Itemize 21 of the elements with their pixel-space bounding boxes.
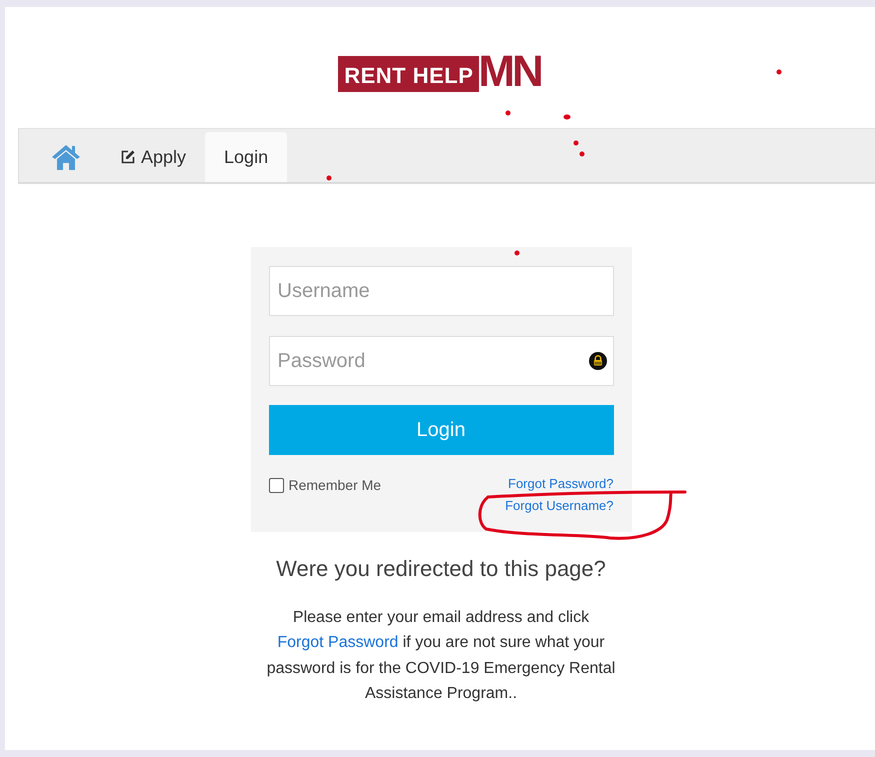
forgot-password-link[interactable]: Forgot Password? [508, 476, 614, 491]
annotation-dot [564, 114, 570, 120]
annotation-dot [506, 110, 510, 116]
edit-icon [120, 149, 136, 165]
remember-checkbox[interactable] [268, 478, 284, 492]
notice-text: Please enter your email address and click Forgot Password if you are not sure what your password is for the COVID-19 Emergency Rental Assistance Program.. [266, 608, 616, 704]
lock-icon[interactable] [588, 352, 606, 370]
annotation-dot [514, 250, 520, 256]
forgot-password-link[interactable]: Forgot Password [277, 634, 398, 652]
nav-tab[interactable]: Login [205, 132, 288, 182]
forgot-username-link[interactable]: Forgot Username? [505, 498, 614, 513]
annotation-dot [580, 152, 584, 156]
remember-label: Remember Me [288, 477, 382, 493]
username-field[interactable]: Username [268, 266, 614, 316]
annotation-dot [776, 70, 782, 74]
annotation-dot [326, 176, 332, 180]
notice-heading: Were you redirected to this page? [276, 556, 606, 582]
nav-tab[interactable]: Apply [101, 132, 206, 182]
annotation-dot [574, 140, 578, 146]
password-field[interactable]: Password [268, 336, 614, 386]
login-button[interactable]: Login [268, 405, 614, 455]
